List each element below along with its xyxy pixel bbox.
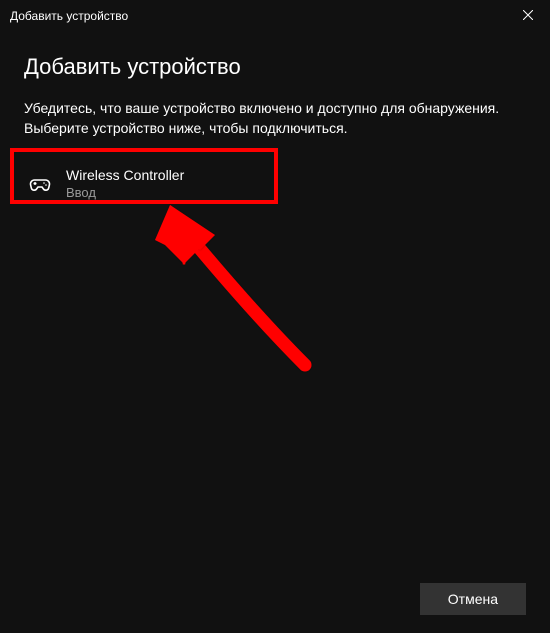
close-icon — [523, 7, 533, 25]
device-item-wireless-controller[interactable]: Wireless Controller Ввод — [24, 157, 526, 211]
titlebar: Добавить устройство — [0, 0, 550, 32]
page-title: Добавить устройство — [24, 54, 526, 80]
instructions-text: Убедитесь, что ваше устройство включено … — [24, 98, 526, 139]
dialog-footer: Отмена — [420, 583, 526, 615]
window-title: Добавить устройство — [10, 9, 128, 23]
device-name-label: Wireless Controller — [66, 167, 184, 184]
close-button[interactable] — [506, 0, 550, 32]
gamepad-icon — [28, 172, 52, 196]
annotation-arrow — [135, 195, 315, 375]
device-list: Wireless Controller Ввод — [24, 157, 526, 211]
device-text: Wireless Controller Ввод — [66, 167, 184, 201]
cancel-button[interactable]: Отмена — [420, 583, 526, 615]
dialog-content: Добавить устройство Убедитесь, что ваше … — [0, 32, 550, 211]
device-subtitle-label: Ввод — [66, 185, 184, 201]
